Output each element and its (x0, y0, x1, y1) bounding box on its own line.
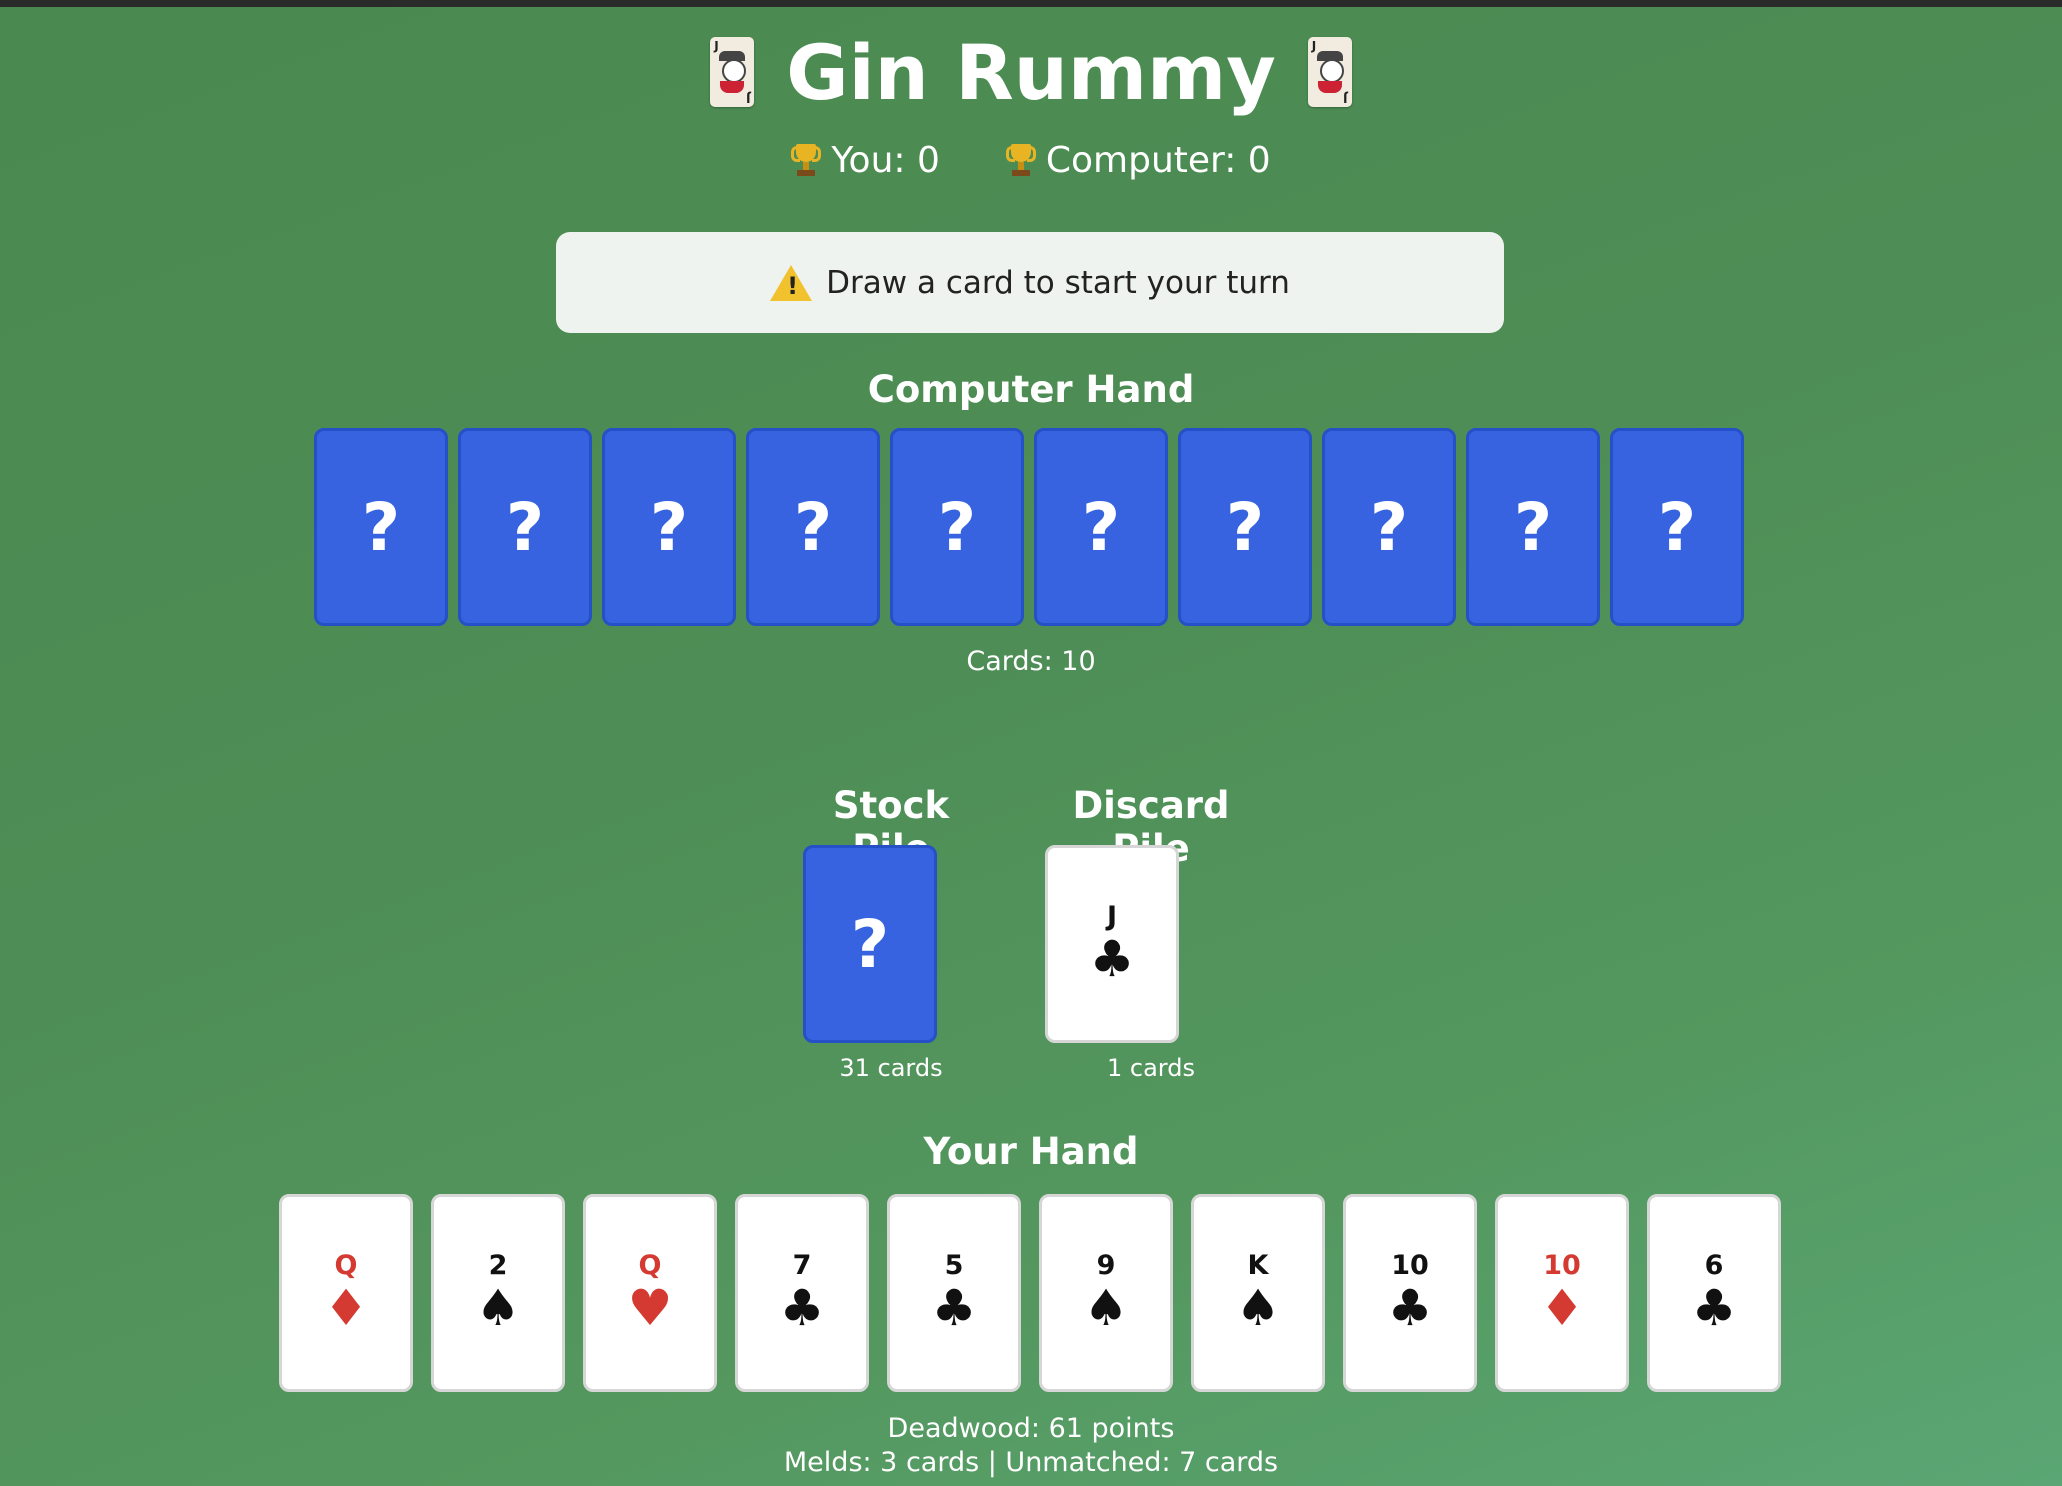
computer-hidden-card: ? (1610, 428, 1744, 626)
stock-pile-count: 31 cards (839, 1054, 943, 1082)
card-rank: 2 (488, 1250, 508, 1281)
computer-hidden-card: ? (1034, 428, 1168, 626)
card-rank: 7 (792, 1250, 812, 1281)
joker-card-icon: JJ (1307, 37, 1352, 107)
your-hand-label: Your Hand (923, 1130, 1139, 1173)
window-top-bar (0, 0, 2062, 7)
trophy-icon (1005, 142, 1036, 178)
player-score-text: You: 0 (831, 139, 940, 181)
player-card[interactable]: 5 ♣ (887, 1194, 1021, 1392)
card-rank: 10 (1391, 1250, 1429, 1281)
card-rank: 5 (944, 1250, 964, 1281)
card-rank: J (1106, 901, 1118, 932)
clubs-suit-icon: ♣ (1387, 1279, 1433, 1337)
player-card[interactable]: 10 ♣ (1343, 1194, 1477, 1392)
player-score: You: 0 (791, 140, 940, 181)
computer-score: Computer: 0 (1005, 139, 1271, 181)
joker-card-icon: JJ (710, 37, 755, 107)
status-message-box: ! Draw a card to start your turn (556, 232, 1504, 333)
diamonds-suit-icon: ♦ (323, 1279, 369, 1337)
computer-hidden-card: ? (1322, 428, 1456, 626)
status-message-text: Draw a card to start your turn (826, 264, 1290, 301)
player-card[interactable]: 7 ♣ (735, 1194, 869, 1392)
your-hand: Q ♦ 2 ♠ Q ♥ 7 ♣ 5 ♣ 9 ♠ K ♠ 10 ♣ 10 ♦ 6 ♣ (279, 1194, 1781, 1392)
clubs-suit-icon: ♣ (779, 1279, 825, 1337)
melds-text: Melds: 3 cards | Unmatched: 7 cards (783, 1447, 1279, 1478)
computer-hidden-card: ? (458, 428, 592, 626)
computer-hidden-card: ? (1178, 428, 1312, 626)
scoreboard: You: 0 Computer: 0 (0, 136, 2062, 184)
computer-card-count: Cards: 10 (966, 646, 1096, 677)
trophy-icon (791, 142, 822, 178)
computer-score-text: Computer: 0 (1045, 139, 1271, 181)
clubs-suit-icon: ♣ (931, 1279, 977, 1337)
player-card[interactable]: K ♠ (1191, 1194, 1325, 1392)
spades-suit-icon: ♠ (1235, 1279, 1281, 1337)
computer-hidden-card: ? (1466, 428, 1600, 626)
stock-pile-card[interactable]: ? (803, 845, 937, 1043)
player-card[interactable]: 2 ♠ (431, 1194, 565, 1392)
diamonds-suit-icon: ♦ (1539, 1279, 1585, 1337)
computer-hidden-card: ? (746, 428, 880, 626)
player-card[interactable]: 10 ♦ (1495, 1194, 1629, 1392)
discard-pile-card[interactable]: J ♣ (1045, 845, 1179, 1043)
computer-hidden-card: ? (890, 428, 1024, 626)
deadwood-text: Deadwood: 61 points (887, 1413, 1175, 1444)
clubs-suit-icon: ♣ (1691, 1279, 1737, 1337)
card-rank: Q (334, 1250, 358, 1281)
player-card[interactable]: Q ♥ (583, 1194, 717, 1392)
title-text: Gin Rummy (786, 27, 1276, 117)
warning-icon: ! (770, 264, 813, 301)
card-rank: 9 (1096, 1250, 1116, 1281)
card-rank: Q (638, 1250, 662, 1281)
player-card[interactable]: Q ♦ (279, 1194, 413, 1392)
computer-hidden-card: ? (314, 428, 448, 626)
hearts-suit-icon: ♥ (627, 1279, 673, 1337)
card-rank: 10 (1543, 1250, 1581, 1281)
computer-hand: ?????????? (314, 428, 1744, 626)
spades-suit-icon: ♠ (475, 1279, 521, 1337)
computer-hidden-card: ? (602, 428, 736, 626)
game-title: JJ Gin Rummy JJ (0, 26, 2062, 118)
computer-hand-label: Computer Hand (867, 368, 1195, 411)
spades-suit-icon: ♠ (1083, 1279, 1129, 1337)
card-rank: 6 (1704, 1250, 1724, 1281)
clubs-suit-icon: ♣ (1089, 930, 1135, 988)
player-card[interactable]: 6 ♣ (1647, 1194, 1781, 1392)
player-card[interactable]: 9 ♠ (1039, 1194, 1173, 1392)
card-rank: K (1247, 1250, 1269, 1281)
discard-pile-count: 1 cards (1107, 1054, 1195, 1082)
